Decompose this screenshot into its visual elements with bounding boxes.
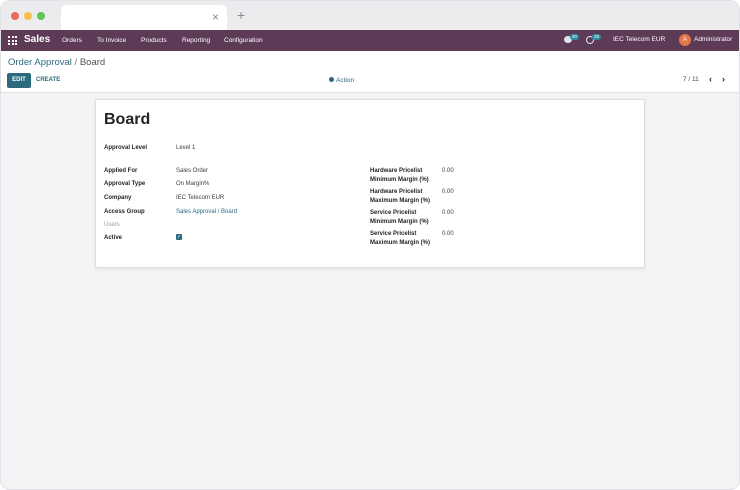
hw-max-margin-label-1: Hardware Pricelist — [370, 189, 423, 195]
active-label: Active — [104, 235, 123, 241]
activities-count-badge: 39 — [592, 34, 602, 40]
action-label: Action — [336, 77, 355, 84]
menu-orders[interactable]: Orders — [62, 36, 82, 45]
hw-min-margin-value: 0.00 — [442, 168, 454, 174]
company-label: Company — [104, 195, 132, 201]
menu-to-invoice[interactable]: To Invoice — [97, 36, 126, 45]
browser-titlebar: × + — [1, 1, 739, 30]
approval-level-value: Level 1 — [176, 145, 196, 151]
browser-tab[interactable]: × — [61, 5, 227, 30]
action-menu[interactable]: Action — [329, 76, 354, 85]
user-avatar[interactable]: A — [679, 34, 691, 46]
user-menu[interactable]: Administrator — [694, 35, 732, 45]
menu-configuration[interactable]: Configuration — [224, 36, 263, 45]
breadcrumb-parent[interactable]: Order Approval — [8, 57, 72, 68]
main-navbar: Sales Orders To Invoice Products Reporti… — [1, 30, 739, 51]
hw-min-margin-label-2: Minimum Margin (%) — [370, 177, 429, 183]
approval-level-label: Approval Level — [104, 145, 148, 151]
svc-min-margin-label-1: Service Pricelist — [370, 210, 417, 216]
menu-products[interactable]: Products — [141, 36, 167, 45]
access-group-link[interactable]: Sales Approval / Board — [176, 208, 237, 216]
active-checkbox[interactable]: ✓ — [176, 234, 182, 240]
messages-count-badge: 30 — [570, 34, 580, 40]
form-sheet: Board Approval Level Level 1 Applied For… — [95, 99, 645, 268]
hw-max-margin-value: 0.00 — [442, 189, 454, 195]
hw-min-margin-label-1: Hardware Pricelist — [370, 168, 423, 174]
svc-max-margin-label-1: Service Pricelist — [370, 231, 417, 237]
new-tab-icon[interactable]: + — [237, 8, 245, 22]
close-tab-icon[interactable]: × — [212, 10, 219, 24]
breadcrumb-current: Board — [79, 57, 106, 68]
company-value: IEC Telecom EUR — [176, 195, 225, 201]
svc-min-margin-value: 0.00 — [442, 210, 454, 216]
svc-max-margin-label-2: Maximum Margin (%) — [370, 240, 431, 246]
pager-next-button[interactable]: › — [722, 74, 725, 84]
gear-icon — [329, 77, 334, 82]
access-group-label: Access Group — [104, 209, 145, 215]
company-switcher[interactable]: IEC Telecom EUR — [613, 35, 665, 45]
maximize-window-button[interactable] — [37, 12, 45, 20]
edit-button[interactable]: EDIT — [7, 73, 31, 88]
control-panel: Order Approval / Board EDIT CREATE Actio… — [1, 51, 739, 93]
browser-window: × + Sales Orders To Invoice Products Rep… — [0, 0, 740, 490]
pager-value[interactable]: 7 / 11 — [683, 75, 699, 84]
svc-min-margin-label-2: Minimum Margin (%) — [370, 219, 429, 225]
hw-max-margin-label-2: Maximum Margin (%) — [370, 198, 431, 204]
approval-type-value: On Margin% — [176, 181, 210, 187]
menu-reporting[interactable]: Reporting — [182, 36, 210, 45]
breadcrumb: Order Approval / Board — [8, 57, 105, 69]
pager-previous-button[interactable]: ‹ — [709, 74, 712, 84]
close-window-button[interactable] — [11, 12, 19, 20]
minimize-window-button[interactable] — [24, 12, 32, 20]
apps-menu-icon[interactable] — [8, 36, 17, 45]
applied-for-label: Applied For — [104, 168, 138, 174]
app-brand[interactable]: Sales — [24, 34, 50, 46]
svc-max-margin-value: 0.00 — [442, 231, 454, 237]
users-label: Users — [104, 222, 120, 228]
breadcrumb-separator: / — [74, 57, 78, 68]
approval-type-label: Approval Type — [104, 181, 146, 187]
create-button[interactable]: CREATE — [36, 73, 60, 88]
record-title[interactable]: Board — [104, 111, 150, 129]
applied-for-value: Sales Order — [176, 168, 209, 174]
